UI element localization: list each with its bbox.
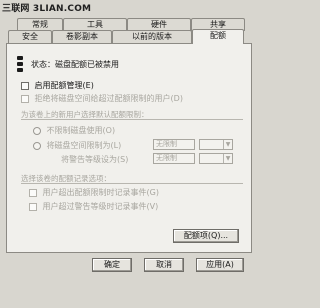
enable-quota-label: 启用配额管理(E) <box>34 81 94 90</box>
log-divider <box>21 183 243 184</box>
warning-level-value[interactable]: 无限制 <box>153 153 195 164</box>
tab-shadow-copies[interactable]: 卷影副本 <box>52 30 112 43</box>
tab-security[interactable]: 安全 <box>8 30 52 43</box>
apply-button[interactable]: 应用(A) <box>196 258 244 272</box>
log-over-warning-checkbox[interactable] <box>29 202 37 211</box>
deny-space-row[interactable]: 拒绝将磁盘空间给超过配额限制的用户(D) <box>21 93 183 104</box>
status-row: 状态：磁盘配额已被禁用 <box>31 59 119 70</box>
limit-space-radio[interactable] <box>33 141 41 150</box>
tab-quota[interactable]: 配额 <box>192 29 244 44</box>
status-label: 状态： <box>31 60 55 69</box>
no-limit-row[interactable]: 不限制磁盘使用(O) <box>33 125 115 136</box>
tab-previous-versions[interactable]: 以前的版本 <box>112 30 192 43</box>
ok-button[interactable]: 确定 <box>92 258 132 272</box>
warning-level-unit-select[interactable]: ▼ <box>199 153 233 164</box>
limit-space-label: 将磁盘空间限制为(L) <box>46 141 122 150</box>
log-over-limit-label: 用户超出配额限制时记录事件(G) <box>42 188 159 197</box>
enable-quota-checkbox[interactable] <box>21 81 29 90</box>
status-value: 磁盘配额已被禁用 <box>55 60 119 69</box>
chevron-down-icon: ▼ <box>223 140 232 149</box>
enable-quota-row[interactable]: 启用配额管理(E) <box>21 80 94 91</box>
log-over-limit-checkbox[interactable] <box>29 188 37 197</box>
quota-panel: 状态：磁盘配额已被禁用 启用配额管理(E) 拒绝将磁盘空间给超过配额限制的用户(… <box>6 43 252 253</box>
deny-space-label: 拒绝将磁盘空间给超过配额限制的用户(D) <box>34 94 183 103</box>
deny-space-checkbox[interactable] <box>21 94 29 103</box>
no-limit-radio[interactable] <box>33 126 41 135</box>
log-over-warning-label: 用户超过警告等级时记录事件(V) <box>42 202 159 211</box>
log-over-limit-row[interactable]: 用户超出配额限制时记录事件(G) <box>29 187 159 198</box>
traffic-light-icon <box>15 56 25 72</box>
quota-entries-button[interactable]: 配额项(Q)... <box>173 229 239 243</box>
limit-space-unit-select[interactable]: ▼ <box>199 139 233 150</box>
defaults-divider <box>21 119 243 120</box>
limit-space-value[interactable]: 无限制 <box>153 139 195 150</box>
warning-level-label: 将警告等级设为(S) <box>61 155 129 164</box>
chevron-down-icon: ▼ <box>223 154 232 163</box>
log-over-warning-row[interactable]: 用户超过警告等级时记录事件(V) <box>29 201 158 212</box>
watermark: 三联网 3LIAN.COM <box>2 4 92 14</box>
no-limit-label: 不限制磁盘使用(O) <box>46 126 116 135</box>
limit-space-row[interactable]: 将磁盘空间限制为(L) <box>33 140 121 151</box>
cancel-button[interactable]: 取消 <box>144 258 184 272</box>
